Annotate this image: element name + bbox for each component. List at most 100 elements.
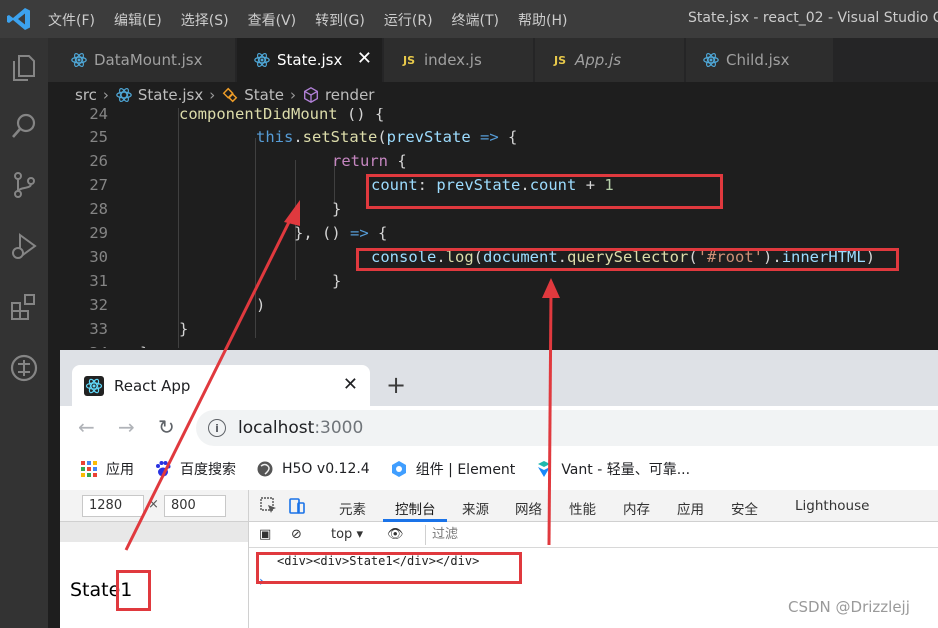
editor-tabs: DataMount.jsx State.jsx ✕ JS index.js JS… bbox=[48, 38, 938, 82]
menu-selection[interactable]: 选择(S) bbox=[181, 10, 229, 30]
line-number: 34 bbox=[68, 344, 108, 348]
tab-label: State.jsx bbox=[277, 51, 343, 69]
apps-grid-icon bbox=[81, 461, 97, 477]
tab-label: App.js bbox=[575, 51, 622, 69]
method-name: componentDidMount bbox=[179, 108, 338, 123]
tab-application[interactable]: 应用 bbox=[677, 498, 704, 518]
code-line: 24 componentDidMount () { bbox=[48, 108, 938, 129]
search-icon[interactable] bbox=[8, 110, 40, 142]
bookmark-baidu[interactable]: 百度搜索 bbox=[154, 459, 236, 479]
browser-tabstrip: React App ✕ + bbox=[60, 350, 938, 406]
menu-view[interactable]: 查看(V) bbox=[248, 10, 297, 30]
menu-run[interactable]: 运行(R) bbox=[384, 10, 433, 30]
browser-tab-react-app[interactable]: React App ✕ bbox=[72, 365, 370, 406]
line-number: 28 bbox=[89, 200, 108, 218]
forward-icon[interactable]: → bbox=[118, 415, 135, 439]
breadcrumb-file[interactable]: State.jsx bbox=[138, 86, 203, 104]
react-icon bbox=[71, 53, 87, 67]
react-icon bbox=[254, 53, 270, 67]
baidu-paw-icon bbox=[156, 461, 171, 477]
tab-index[interactable]: JS index.js bbox=[384, 38, 534, 82]
element-logo-icon bbox=[391, 461, 406, 477]
new-tab-icon[interactable]: + bbox=[386, 371, 406, 399]
inspect-element-icon[interactable] bbox=[259, 496, 279, 516]
menu-go[interactable]: 转到(G) bbox=[315, 10, 365, 30]
bookmark-h5o[interactable]: H5O v0.12.4 bbox=[256, 460, 370, 478]
tab-memory[interactable]: 内存 bbox=[623, 498, 650, 518]
react-favicon-icon bbox=[84, 375, 104, 396]
tab-child[interactable]: Child.jsx bbox=[686, 38, 834, 82]
tab-sources[interactable]: 来源 bbox=[462, 498, 489, 518]
bookmark-element[interactable]: 组件 | Element bbox=[390, 459, 516, 479]
code-line: 29}, () => { bbox=[48, 224, 938, 248]
bookmark-apps[interactable]: 应用 bbox=[80, 459, 134, 479]
line-number: 24 bbox=[89, 108, 108, 123]
tab-security[interactable]: 安全 bbox=[731, 498, 758, 518]
tab-network[interactable]: 网络 bbox=[515, 498, 542, 518]
device-toolbar: 1280 × 800 bbox=[60, 490, 248, 522]
tab-console[interactable]: 控制台 bbox=[395, 498, 436, 518]
breadcrumb: src › State.jsx › State › render bbox=[48, 82, 938, 108]
breadcrumb-method[interactable]: render bbox=[325, 86, 375, 104]
window-title: State.jsx - react_02 - Visual Studio Cod… bbox=[688, 10, 938, 26]
line-number: 33 bbox=[89, 320, 108, 338]
url-port: :3000 bbox=[314, 418, 364, 438]
reload-icon[interactable]: ↻ bbox=[158, 415, 175, 439]
menu-terminal[interactable]: 终端(T) bbox=[452, 10, 499, 30]
address-bar[interactable]: i localhost:3000 bbox=[196, 410, 938, 446]
info-icon[interactable]: i bbox=[208, 419, 226, 437]
code-line: 33} bbox=[48, 320, 938, 344]
line-number: 29 bbox=[89, 224, 108, 242]
tab-lighthouse[interactable]: Lighthouse bbox=[795, 498, 869, 514]
source-control-icon[interactable] bbox=[8, 169, 40, 201]
tab-elements[interactable]: 元素 bbox=[339, 498, 366, 518]
tab-performance[interactable]: 性能 bbox=[569, 498, 596, 518]
tab-app[interactable]: JS App.js bbox=[535, 38, 685, 82]
breadcrumb-class[interactable]: State bbox=[244, 86, 284, 104]
run-debug-icon[interactable] bbox=[8, 230, 40, 262]
bookmark-label: Vant - 轻量、可靠... bbox=[561, 462, 691, 478]
breadcrumb-src[interactable]: src bbox=[75, 86, 97, 104]
extensions-icon[interactable] bbox=[8, 290, 40, 322]
bookmark-label: 组件 | Element bbox=[415, 462, 516, 478]
close-tab-icon[interactable]: ✕ bbox=[343, 374, 358, 395]
tab-label: index.js bbox=[424, 51, 482, 69]
tab-datamount[interactable]: DataMount.jsx bbox=[48, 38, 236, 82]
line-number: 32 bbox=[89, 296, 108, 314]
chevron-right-icon: › bbox=[289, 86, 296, 104]
react-icon bbox=[116, 88, 132, 102]
explorer-icon[interactable] bbox=[8, 52, 40, 84]
browser-window: React App ✕ + ← → ↻ i localhost:3000 应用 … bbox=[60, 350, 938, 628]
context-selector[interactable]: top ▾ bbox=[331, 527, 363, 542]
remote-icon[interactable] bbox=[8, 352, 40, 384]
dimension-separator: × bbox=[148, 497, 159, 512]
url-host: localhost bbox=[238, 418, 315, 438]
menu-edit[interactable]: 编辑(E) bbox=[114, 10, 162, 30]
menu-file[interactable]: 文件(F) bbox=[48, 10, 95, 30]
tab-label: Child.jsx bbox=[726, 51, 790, 69]
tab-state[interactable]: State.jsx ✕ bbox=[237, 38, 383, 82]
device-width-input[interactable]: 1280 bbox=[82, 495, 144, 517]
globe-icon bbox=[257, 461, 273, 477]
device-toolbar-icon[interactable] bbox=[287, 496, 307, 516]
console-filter-input[interactable]: 过滤 bbox=[425, 525, 938, 545]
bookmark-label: 应用 bbox=[106, 462, 134, 478]
bookmark-vant[interactable]: Vant - 轻量、可靠... bbox=[535, 459, 690, 479]
back-icon[interactable]: ← bbox=[78, 415, 95, 439]
sidebar-toggle-icon[interactable]: ▣ bbox=[259, 527, 271, 542]
highlight-box-console-output bbox=[256, 552, 522, 584]
line-number: 26 bbox=[89, 152, 108, 170]
code-editor[interactable]: 24 componentDidMount () { 25 this.setState… bbox=[48, 108, 938, 348]
menu-help[interactable]: 帮助(H) bbox=[518, 10, 567, 30]
code-line: 26 return { bbox=[48, 152, 938, 176]
line-number: 30 bbox=[89, 248, 108, 266]
device-height-input[interactable]: 800 bbox=[164, 495, 226, 517]
highlight-box-console-log bbox=[356, 248, 899, 271]
eye-icon[interactable]: 👁 bbox=[387, 527, 404, 542]
vant-logo-icon bbox=[538, 461, 551, 477]
close-tab-icon[interactable]: ✕ bbox=[357, 48, 372, 69]
context-label: top bbox=[331, 527, 353, 542]
browser-tab-title: React App bbox=[114, 376, 191, 395]
clear-console-icon[interactable]: ⊘ bbox=[291, 527, 302, 542]
code-line: 32) bbox=[48, 296, 938, 320]
